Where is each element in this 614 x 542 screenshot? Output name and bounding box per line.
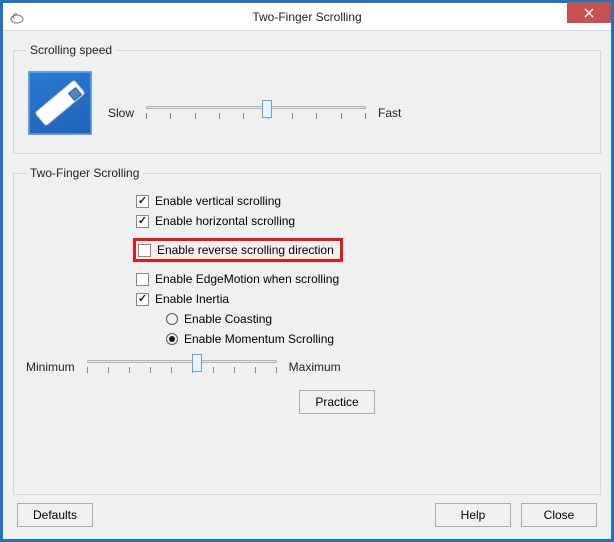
dialog-button-bar: Defaults Help Close — [13, 503, 601, 529]
checkbox-vertical[interactable] — [136, 195, 149, 208]
radio-label: Enable Momentum Scrolling — [184, 332, 334, 346]
checkbox-horizontal[interactable] — [136, 215, 149, 228]
checkbox-label: Enable Inertia — [155, 292, 229, 306]
radio-row-momentum[interactable]: Enable Momentum Scrolling — [166, 332, 588, 346]
group-scrolling-speed: Scrolling speed Slow Fast — [13, 43, 601, 154]
radio-row-coasting[interactable]: Enable Coasting — [166, 312, 588, 326]
slider-ticks — [146, 113, 366, 121]
checkbox-row-horizontal[interactable]: Enable horizontal scrolling — [136, 214, 588, 228]
scrolling-speed-slider[interactable] — [146, 100, 366, 126]
help-button[interactable]: Help — [435, 503, 511, 527]
window-title: Two-Finger Scrolling — [3, 10, 611, 24]
checkbox-row-inertia[interactable]: Enable Inertia — [136, 292, 588, 306]
titlebar: Two-Finger Scrolling — [3, 3, 611, 31]
speed-slow-label: Slow — [108, 106, 134, 120]
checkbox-label: Enable horizontal scrolling — [155, 214, 295, 228]
close-button[interactable]: Close — [521, 503, 597, 527]
checkbox-label: Enable EdgeMotion when scrolling — [155, 272, 339, 286]
group-two-finger-scrolling: Two-Finger Scrolling Enable vertical scr… — [13, 166, 601, 495]
scrolling-speed-icon — [28, 71, 92, 135]
checkbox-label: Enable reverse scrolling direction — [157, 243, 334, 257]
defaults-button[interactable]: Defaults — [17, 503, 93, 527]
radio-label: Enable Coasting — [184, 312, 272, 326]
checkbox-row-reverse-highlighted[interactable]: Enable reverse scrolling direction — [133, 238, 343, 262]
checkbox-inertia[interactable] — [136, 293, 149, 306]
dialog-content: Scrolling speed Slow Fast Two- — [3, 31, 611, 539]
speed-fast-label: Fast — [378, 106, 401, 120]
slider-ticks — [87, 367, 277, 375]
app-icon — [9, 9, 25, 25]
practice-button[interactable]: Practice — [299, 390, 375, 414]
checkbox-reverse[interactable] — [138, 244, 151, 257]
checkbox-row-vertical[interactable]: Enable vertical scrolling — [136, 194, 588, 208]
checkbox-row-edgemotion[interactable]: Enable EdgeMotion when scrolling — [136, 272, 588, 286]
group-legend: Scrolling speed — [26, 43, 116, 57]
checkbox-edgemotion[interactable] — [136, 273, 149, 286]
slider-thumb[interactable] — [262, 100, 272, 118]
window-close-button[interactable] — [567, 2, 611, 23]
radio-momentum[interactable] — [166, 333, 178, 345]
inertia-max-label: Maximum — [289, 360, 341, 374]
inertia-slider[interactable] — [87, 354, 277, 380]
inertia-min-label: Minimum — [26, 360, 75, 374]
slider-thumb[interactable] — [192, 354, 202, 372]
radio-coasting[interactable] — [166, 313, 178, 325]
close-icon — [584, 8, 594, 18]
checkbox-label: Enable vertical scrolling — [155, 194, 281, 208]
group-legend: Two-Finger Scrolling — [26, 166, 143, 180]
dialog-window: Two-Finger Scrolling Scrolling speed Slo… — [0, 0, 614, 542]
